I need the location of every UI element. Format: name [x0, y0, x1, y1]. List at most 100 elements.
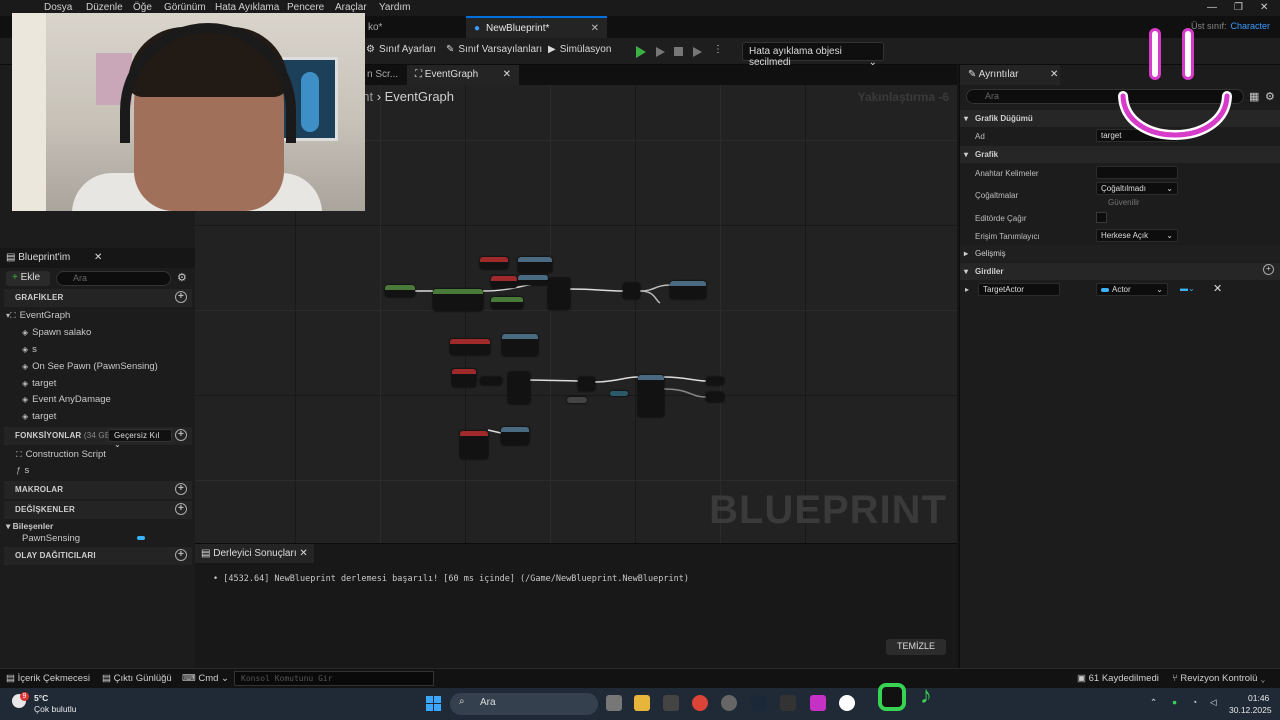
microphone-icon[interactable]: ●: [1172, 697, 1177, 707]
close-tab-icon[interactable]: ✕: [503, 69, 511, 80]
graph-node[interactable]: [480, 257, 508, 269]
close-window-icon[interactable]: ✕: [1260, 2, 1268, 13]
graph-node[interactable]: [610, 391, 628, 396]
menu-file[interactable]: Dosya: [44, 2, 72, 13]
tree-item-event[interactable]: ◈ target: [22, 411, 56, 422]
graph-node[interactable]: [433, 289, 483, 311]
parent-class-value[interactable]: Character: [1230, 21, 1270, 31]
graph-node[interactable]: [518, 275, 548, 285]
menu-window[interactable]: Pencere: [287, 2, 324, 13]
unreal-engine-icon[interactable]: [839, 695, 855, 711]
task-view-icon[interactable]: [606, 695, 622, 711]
tree-item-event[interactable]: ◈ target: [22, 378, 56, 389]
graph-node[interactable]: [385, 285, 415, 297]
unsaved-button[interactable]: ▣ 61 Kaydedilmedi: [1077, 673, 1159, 684]
remove-input-icon[interactable]: ✕: [1213, 282, 1222, 295]
more-options-icon[interactable]: ⋮: [713, 44, 723, 55]
add-button[interactable]: + Ekle: [6, 271, 50, 286]
replication-select[interactable]: Çoğaltılmadı ⌄: [1096, 182, 1178, 195]
graph-node[interactable]: [508, 372, 530, 404]
doc-tab-newblueprint[interactable]: ● NewBlueprint* ✕: [466, 16, 607, 38]
close-tab-icon[interactable]: ✕: [299, 548, 307, 559]
graph-node[interactable]: [460, 431, 488, 459]
event-dispatchers-section[interactable]: OLAY DAĞITICILARI +: [4, 547, 192, 565]
tree-item-event[interactable]: ◈ s: [22, 344, 37, 355]
expand-icon[interactable]: ▸: [965, 285, 969, 294]
tree-item-function[interactable]: ⛶ Construction Script: [16, 449, 106, 460]
add-dispatcher-icon[interactable]: +: [175, 549, 187, 561]
settings-gear-icon[interactable]: ⚙: [1265, 90, 1275, 103]
components-group[interactable]: ▾ Bileşenler: [6, 521, 53, 532]
tree-item-event[interactable]: ◈ On See Pawn (PawnSensing): [22, 361, 158, 372]
inputs-category[interactable]: ▾ Girdiler +: [960, 263, 1280, 280]
menu-asset[interactable]: Öğe: [133, 2, 152, 13]
class-defaults-button[interactable]: ✎ Sınıf Varsayılanları: [446, 44, 542, 55]
container-type-icon[interactable]: ▬⌄: [1180, 284, 1195, 293]
add-graph-icon[interactable]: +: [175, 291, 187, 303]
component-item[interactable]: PawnSensing: [22, 533, 145, 544]
graphs-section[interactable]: GRAFİKLER +: [4, 289, 192, 307]
menu-view[interactable]: Görünüm: [164, 2, 206, 13]
graph-node[interactable]: [480, 377, 502, 385]
store-icon[interactable]: [663, 695, 679, 711]
stop-button[interactable]: [674, 47, 683, 56]
graph-node[interactable]: [491, 297, 523, 309]
close-tab-icon[interactable]: ✕: [1050, 69, 1058, 80]
add-function-icon[interactable]: +: [175, 429, 187, 441]
graph-node[interactable]: [706, 377, 724, 385]
revision-control-button[interactable]: ⑂ Revizyon Kontrolü ⌄: [1172, 673, 1266, 684]
output-log-button[interactable]: ▤ Çıktı Günlüğü: [102, 673, 172, 684]
menu-debug[interactable]: Hata Ayıklama: [215, 2, 279, 13]
my-blueprint-tab[interactable]: ▤ Blueprint'im ✕: [0, 248, 195, 268]
tree-item-event[interactable]: ◈ Event AnyDamage: [22, 394, 111, 405]
table-view-icon[interactable]: ▦: [1249, 90, 1259, 103]
keywords-field[interactable]: [1096, 166, 1178, 179]
graph-node[interactable]: [638, 375, 664, 417]
graph-node[interactable]: [670, 281, 706, 299]
play-button[interactable]: [636, 46, 646, 58]
advanced-category[interactable]: ▸ Gelişmiş: [960, 245, 1280, 262]
macros-section[interactable]: MAKROLAR +: [4, 481, 192, 499]
epic-games-icon[interactable]: [780, 695, 796, 711]
input-type-select[interactable]: Actor ⌄: [1096, 283, 1168, 296]
simulation-button[interactable]: ▶ Simülasyon: [548, 44, 611, 55]
graph-node[interactable]: [706, 392, 724, 402]
compiler-results-tab[interactable]: ▤ Derleyici Sonuçları ✕: [195, 544, 314, 563]
clear-button[interactable]: TEMİZLE: [886, 639, 946, 655]
network-icon[interactable]: ◔: [1192, 697, 1197, 707]
add-variable-icon[interactable]: +: [175, 503, 187, 515]
graph-node[interactable]: [518, 257, 552, 273]
volume-icon[interactable]: ◁: [1210, 697, 1217, 708]
graph-node[interactable]: [548, 278, 570, 310]
chrome-icon[interactable]: [692, 695, 708, 711]
blueprint-search-input[interactable]: Ara: [56, 271, 171, 286]
clock-date[interactable]: 30.12.2025: [1229, 705, 1272, 715]
access-specifier-select[interactable]: Herkese Açık ⌄: [1096, 229, 1178, 242]
input-name-field[interactable]: TargetActor: [978, 283, 1060, 296]
tree-item-function[interactable]: ƒs: [16, 465, 29, 476]
file-explorer-icon[interactable]: [634, 695, 650, 711]
tree-item-event[interactable]: ◈ Spawn salako: [22, 327, 91, 338]
steam-icon[interactable]: [751, 695, 767, 711]
cmd-dropdown[interactable]: ⌨ Cmd ⌄: [182, 673, 229, 684]
class-settings-button[interactable]: ⚙ Sınıf Ayarları: [366, 44, 436, 55]
console-input[interactable]: Konsol Komutunu Gir: [234, 671, 434, 686]
functions-section[interactable]: FONKSİYONLAR (34 GEÇERS Geçersiz Kıl ⌄ +: [4, 427, 192, 449]
graph-node[interactable]: [491, 276, 517, 288]
graph-node[interactable]: [452, 369, 476, 387]
app-icon[interactable]: [810, 695, 826, 711]
graph-tab-eventgraph[interactable]: ⛶ EventGraph ✕: [407, 65, 519, 85]
graph-node[interactable]: [578, 377, 595, 391]
eject-button[interactable]: [693, 47, 702, 57]
weather-widget[interactable]: 9 5°C Çok bulutlu: [10, 692, 90, 716]
graph-node[interactable]: [567, 397, 587, 403]
settings-gear-icon[interactable]: ⚙: [177, 271, 187, 284]
add-input-icon[interactable]: +: [1263, 264, 1274, 275]
close-panel-icon[interactable]: ✕: [94, 252, 102, 263]
call-in-editor-checkbox[interactable]: [1096, 212, 1107, 223]
content-drawer-button[interactable]: ▤ İçerik Çekmecesi: [6, 673, 90, 684]
override-dropdown[interactable]: Geçersiz Kıl ⌄: [108, 429, 172, 449]
taskbar-search[interactable]: ⌕ Ara: [450, 693, 598, 715]
restore-icon[interactable]: ❐: [1234, 2, 1243, 13]
tray-chevron-icon[interactable]: ⌃: [1150, 697, 1157, 708]
